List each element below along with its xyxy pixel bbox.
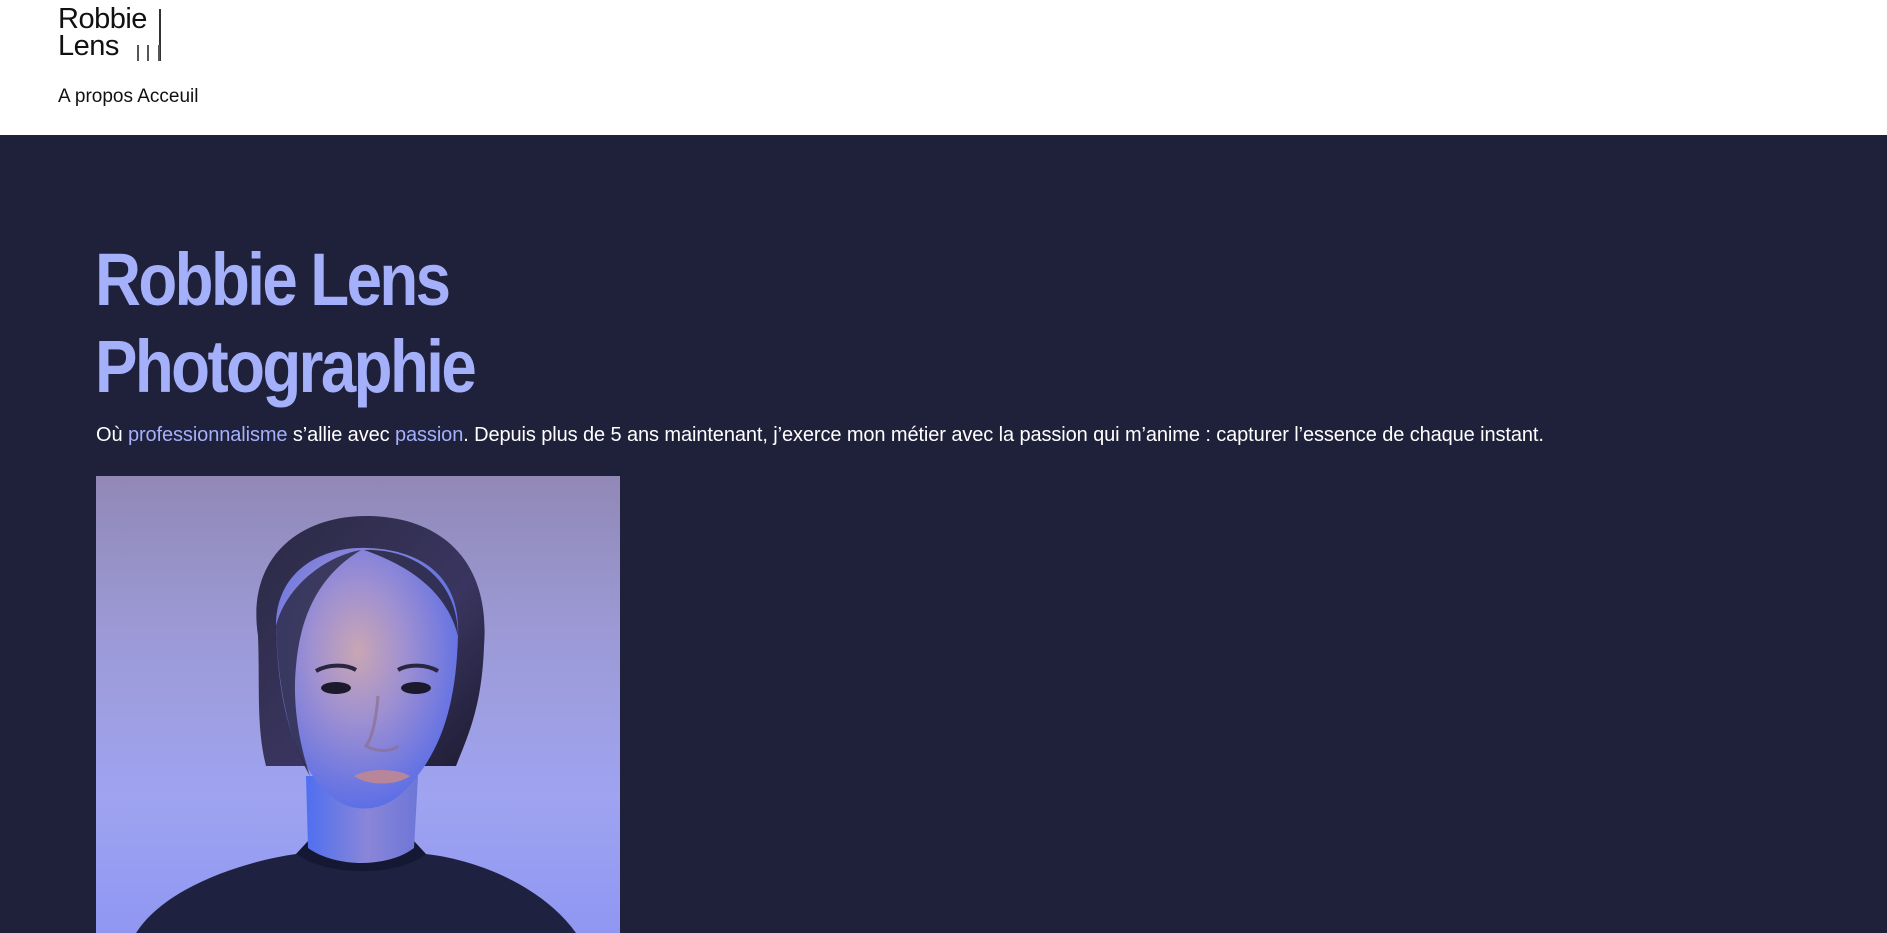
intro-highlight-professionnalisme: professionnalisme bbox=[127, 424, 288, 446]
intro-highlight-passion: passion bbox=[394, 424, 464, 446]
portrait-photo bbox=[96, 476, 620, 933]
main-nav: A propos Acceuil bbox=[58, 86, 198, 110]
hero-title: Robbie Lens Photographie bbox=[95, 236, 477, 410]
hero-title-line-2: Photographie bbox=[95, 325, 477, 408]
logo-word-robbie: Robbie bbox=[58, 3, 147, 35]
intro-part-1: Où bbox=[96, 424, 128, 446]
site-header: Robbie Lens A propos Acceuil bbox=[0, 0, 1887, 135]
hero-intro-text: Où professionnalisme s’allie avec passio… bbox=[96, 424, 1544, 447]
nav-link-a-propos[interactable]: A propos bbox=[58, 86, 133, 107]
hero-title-line-1: Robbie Lens bbox=[95, 238, 451, 321]
portrait-illustration bbox=[136, 516, 576, 933]
site-logo[interactable]: Robbie Lens bbox=[58, 3, 168, 64]
intro-part-3: . Depuis plus de 5 ans maintenant, j’exe… bbox=[463, 424, 1544, 446]
nav-link-acceuil[interactable]: Acceuil bbox=[137, 86, 198, 107]
logo-bars-icon bbox=[137, 39, 167, 61]
hero-section: Robbie Lens Photographie Où professionna… bbox=[0, 135, 1887, 933]
intro-part-2: s’allie avec bbox=[287, 424, 395, 446]
